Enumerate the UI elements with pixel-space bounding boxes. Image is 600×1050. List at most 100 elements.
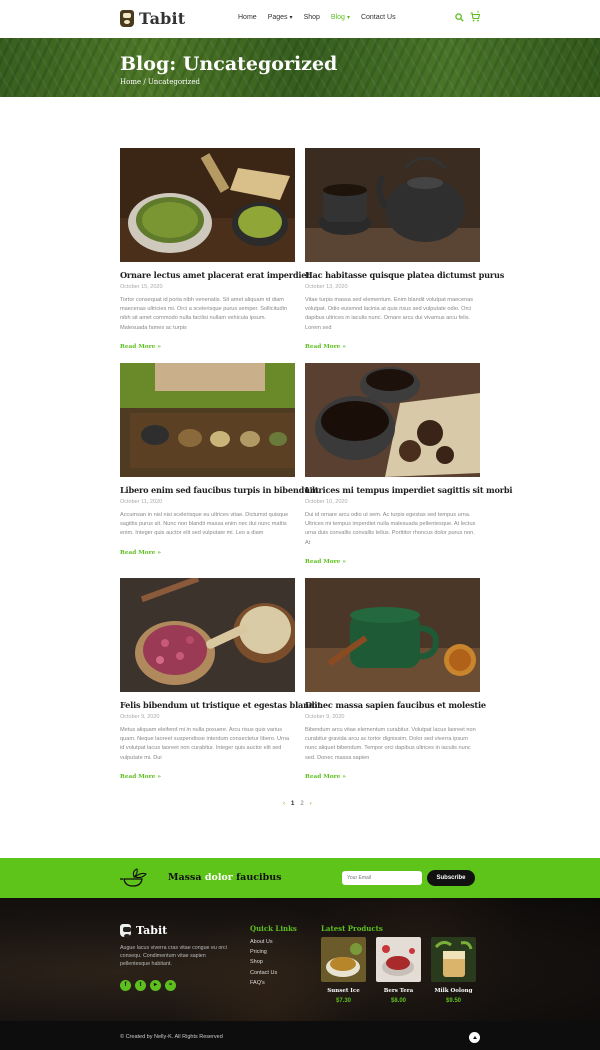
newsletter-bar: Massa dolor faucibus [0, 858, 600, 898]
post-thumbnail[interactable] [120, 148, 295, 262]
email-input[interactable] [342, 871, 422, 885]
post-title[interactable]: Libero enim sed faucibus turpis in biben… [120, 485, 319, 495]
teapot-logo-icon [120, 924, 131, 938]
footer-bottom-bar: © Created by Nelly-K. All Rights Reserve… [0, 1021, 600, 1050]
footer-link-about[interactable]: About Us [250, 937, 277, 947]
nav-label: Pages [267, 14, 288, 21]
post-thumbnail[interactable] [305, 363, 480, 477]
product-card[interactable]: Milk Oolong $9.50 [431, 937, 476, 1004]
prev-page-button[interactable]: ‹ [283, 801, 285, 807]
facebook-icon[interactable]: f [120, 980, 131, 991]
post-thumbnail[interactable] [120, 363, 295, 477]
post-date: October 9, 2020 [305, 714, 345, 720]
product-image[interactable] [321, 937, 366, 982]
next-page-button[interactable]: › [310, 801, 312, 807]
brand-logo[interactable]: Tabit [120, 9, 185, 28]
teapot-logo-icon [120, 10, 134, 27]
spotify-icon[interactable]: ≈ [165, 980, 176, 991]
newsletter-text-part: Massa [168, 872, 205, 883]
product-image[interactable] [431, 937, 476, 982]
back-to-top-button[interactable] [469, 1032, 480, 1043]
copyright-text: © Created by Nelly-K. All Rights Reserve… [120, 1034, 223, 1040]
post-title[interactable]: Ultrices mi tempus imperdiet sagittis si… [305, 485, 513, 495]
post-date: October 15, 2020 [120, 284, 163, 290]
product-name: Sunset Ice [327, 988, 360, 994]
post-title[interactable]: Hac habitasse quisque platea dictumst pu… [305, 270, 504, 280]
post-excerpt: Dui id ornare arcu odio ut sem. Ac turpi… [305, 512, 476, 546]
blog-post-card: Ornare lectus amet placerat erat imperdi… [120, 148, 310, 352]
post-date: October 13, 2020 [305, 284, 348, 290]
post-title[interactable]: Felis bibendum ut tristique et egestas b… [120, 700, 321, 710]
post-excerpt: Bibendum arcu vitae elementum curabitur.… [305, 727, 476, 761]
pagination: ‹ 1 2 › [283, 801, 312, 807]
read-more-link[interactable]: Read More » [120, 344, 161, 350]
site-footer: Tabit Augue lacus viverra cras vitae con… [0, 898, 600, 1021]
read-more-link[interactable]: Read More » [305, 344, 346, 350]
footer-brand-logo[interactable]: Tabit [120, 924, 168, 938]
footer-about-text: Augue lacus viverra cras vitae congue eu… [120, 945, 227, 967]
nav-item-home[interactable]: Home [238, 14, 257, 21]
nav-label: Blog [330, 14, 345, 21]
nav-label: Contact Us [360, 14, 396, 21]
blog-post-card: Donec massa sapien faucibus et molestie … [305, 578, 486, 782]
social-links: f t ▸ ≈ [120, 980, 176, 991]
post-excerpt: Tortor consequat id porta nibh venenatis… [120, 297, 287, 331]
post-thumbnail[interactable] [305, 148, 480, 262]
footer-brand-name: Tabit [136, 924, 168, 937]
post-date: October 11, 2020 [120, 499, 163, 505]
read-more-link[interactable]: Read More » [120, 774, 161, 780]
product-card[interactable]: Sunset Ice $7.30 [321, 937, 366, 1004]
post-excerpt: Accumsan in nisl nisi scelerisque eu ult… [120, 512, 289, 537]
nav-label: Home [238, 14, 257, 21]
chevron-down-icon: ▾ [346, 15, 350, 21]
quick-links-heading: Quick Links [250, 924, 297, 933]
blog-post-card: Felis bibendum ut tristique et egestas b… [120, 578, 321, 782]
nav-label: Shop [303, 14, 320, 21]
newsletter-text-part: faucibus [232, 872, 282, 883]
product-image[interactable] [376, 937, 421, 982]
product-price: $8.00 [390, 998, 406, 1004]
chevron-down-icon: ▾ [289, 15, 293, 21]
blog-post-card: Ultrices mi tempus imperdiet sagittis si… [305, 363, 513, 567]
post-excerpt: Vitae turpis massa sed elementum. Enim b… [305, 297, 474, 331]
nav-item-shop[interactable]: Shop [304, 14, 320, 21]
search-icon[interactable] [455, 13, 464, 22]
read-more-link[interactable]: Read More » [305, 559, 346, 565]
product-name: Bers Tera [383, 988, 414, 994]
footer-link-pricing[interactable]: Pricing [250, 947, 277, 957]
nav-item-blog[interactable]: Blog ▾ [331, 14, 350, 21]
read-more-link[interactable]: Read More » [305, 774, 346, 780]
post-date: October 10, 2020 [305, 499, 348, 505]
brand-name: Tabit [139, 9, 186, 28]
twitter-icon[interactable]: t [135, 980, 146, 991]
read-more-link[interactable]: Read More » [120, 550, 161, 556]
product-price: $7.30 [335, 998, 351, 1004]
blog-post-card: Hac habitasse quisque platea dictumst pu… [305, 148, 504, 352]
post-thumbnail[interactable] [305, 578, 480, 692]
footer-link-shop[interactable]: Shop [250, 957, 277, 967]
site-header: Tabit Home Pages ▾ Shop Blog ▾ Contact Us … [0, 0, 600, 38]
page-hero: Blog: Uncategorized Home / Uncategorized [0, 38, 600, 97]
youtube-icon[interactable]: ▸ [150, 980, 161, 991]
subscribe-button[interactable]: Subscribe [427, 870, 475, 886]
latest-products-heading: Latest Products [321, 924, 383, 933]
product-name: Milk Oolong [434, 988, 473, 994]
post-thumbnail[interactable] [120, 578, 295, 692]
cart-count-badge: 0 [477, 9, 480, 14]
post-date: October 9, 2020 [120, 714, 160, 720]
page-title: Blog: Uncategorized [120, 53, 338, 75]
breadcrumb[interactable]: Home / Uncategorized [120, 78, 200, 86]
nav-item-pages[interactable]: Pages ▾ [268, 14, 293, 21]
product-price: $9.50 [445, 998, 461, 1004]
post-title[interactable]: Ornare lectus amet placerat erat imperdi… [120, 270, 310, 280]
blog-post-card: Libero enim sed faucibus turpis in biben… [120, 363, 319, 558]
footer-link-contact[interactable]: Contact Us [250, 968, 277, 978]
nav-item-contact[interactable]: Contact Us [361, 14, 396, 21]
newsletter-text: Massa dolor faucibus [168, 872, 282, 883]
post-title[interactable]: Donec massa sapien faucibus et molestie [305, 700, 486, 710]
quick-links-list: About Us Pricing Shop Contact Us FAQ's [250, 937, 277, 988]
footer-link-faqs[interactable]: FAQ's [250, 978, 277, 988]
product-card[interactable]: Bers Tera $8.00 [376, 937, 421, 1004]
page-number-2[interactable]: 2 [300, 801, 303, 807]
post-excerpt: Metus aliquam eleifend mi in nulla posue… [120, 727, 290, 761]
